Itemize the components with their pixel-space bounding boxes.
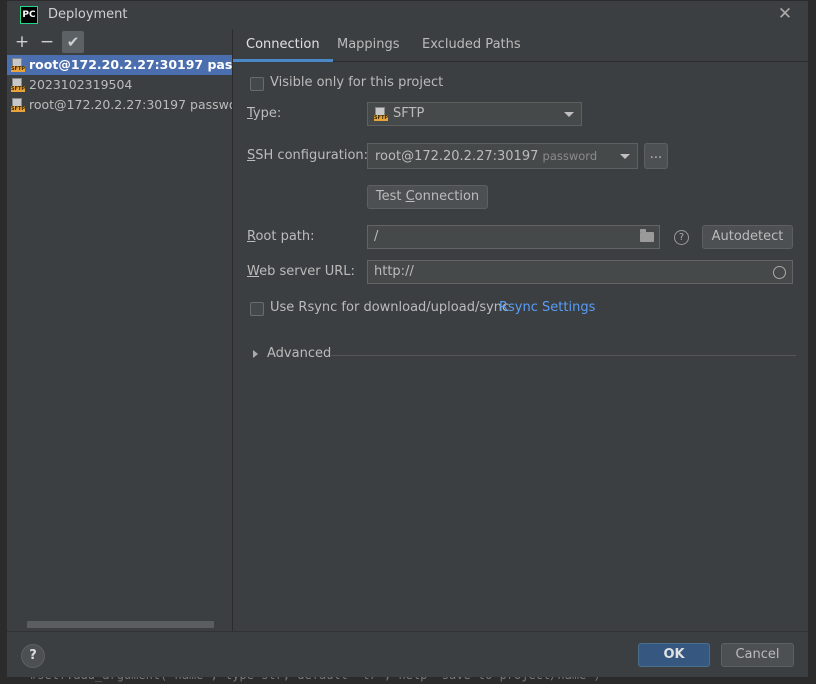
web-server-url-input[interactable]: http:// [367, 260, 793, 284]
deployment-dialog: PC Deployment ✕ + − ✔ SFTP root@172.20.2… [6, 0, 810, 677]
ssh-config-select[interactable]: root@172.20.2.27:30197 password [367, 143, 638, 169]
web-server-url-label: Web server URL: [247, 264, 355, 279]
tab-excluded-paths[interactable]: Excluded Paths [409, 29, 534, 61]
sftp-icon: SFTP [11, 78, 25, 92]
remove-server-button[interactable]: − [36, 31, 58, 53]
visible-only-label: Visible only for this project [270, 75, 444, 90]
use-rsync-checkbox[interactable] [250, 302, 264, 316]
test-connection-button[interactable]: Test Connection [367, 185, 488, 209]
folder-icon[interactable] [640, 229, 654, 242]
tab-connection[interactable]: Connection [233, 29, 333, 62]
sftp-icon: SFTP [11, 98, 25, 112]
help-icon[interactable]: ? [674, 230, 689, 245]
root-path-input[interactable]: / [367, 225, 660, 249]
settings-panel: Connection Mappings Excluded Paths Visib… [233, 29, 810, 631]
advanced-section-toggle[interactable]: Advanced [267, 346, 331, 361]
chevron-down-icon [564, 112, 574, 117]
dialog-footer: ? OK Cancel [7, 631, 808, 677]
tab-mappings[interactable]: Mappings [324, 29, 413, 61]
ssh-config-more-button[interactable]: ... [644, 143, 668, 169]
use-rsync-label: Use Rsync for download/upload/sync [270, 300, 510, 315]
title-bar: PC Deployment ✕ [7, 1, 808, 29]
server-item-label: root@172.20.2.27:30197 password [29, 57, 232, 72]
rsync-settings-link[interactable]: Rsync Settings [499, 300, 595, 315]
expand-arrow-icon[interactable] [253, 350, 258, 358]
close-icon[interactable]: ✕ [775, 4, 795, 24]
cancel-button[interactable]: Cancel [721, 643, 794, 667]
ssh-config-label: SSH configuration: [247, 148, 369, 163]
visible-only-checkbox[interactable] [250, 77, 264, 91]
server-item[interactable]: SFTP root@172.20.2.27:30197 password [7, 95, 232, 115]
pycharm-logo-icon: PC [20, 6, 38, 24]
server-list: SFTP root@172.20.2.27:30197 password SFT… [7, 55, 232, 115]
server-item-label: root@172.20.2.27:30197 password [29, 97, 232, 112]
sftp-icon: SFTP [374, 107, 388, 121]
type-label: Type: [247, 106, 282, 121]
server-item-label: 2023102319504 [29, 77, 133, 92]
sftp-icon: SFTP [11, 58, 25, 72]
add-server-button[interactable]: + [11, 31, 33, 53]
server-item[interactable]: SFTP 2023102319504 [7, 75, 232, 95]
server-list-panel: + − ✔ SFTP root@172.20.2.27:30197 passwo… [7, 29, 233, 631]
ok-button[interactable]: OK [638, 643, 710, 667]
horizontal-scrollbar[interactable] [27, 621, 214, 628]
type-select[interactable]: SFTP SFTP [367, 102, 582, 126]
help-button[interactable]: ? [21, 644, 45, 668]
type-select-value: SFTP [393, 106, 425, 121]
chevron-down-icon [620, 154, 630, 159]
advanced-divider [331, 355, 796, 356]
root-path-label: Root path: [247, 229, 315, 244]
ssh-config-value: root@172.20.2.27:30197 password [375, 149, 598, 164]
set-default-check-button[interactable]: ✔ [62, 31, 84, 53]
server-item[interactable]: SFTP root@172.20.2.27:30197 password [7, 55, 232, 75]
settings-tabs: Connection Mappings Excluded Paths [233, 29, 810, 62]
server-toolbar: + − ✔ [7, 29, 232, 55]
globe-icon[interactable] [773, 266, 786, 279]
dialog-title: Deployment [48, 7, 128, 22]
autodetect-button[interactable]: Autodetect [702, 225, 793, 249]
